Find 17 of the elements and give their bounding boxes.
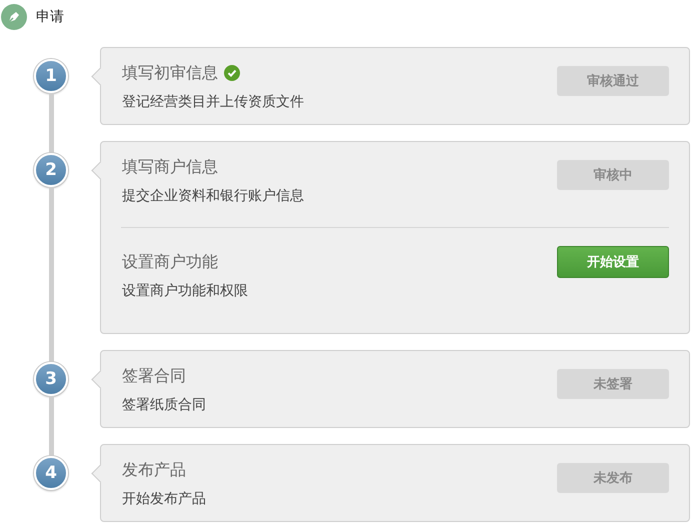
step-number: 2 (34, 153, 68, 187)
task-description: 设置商户功能和权限 (122, 282, 248, 300)
pen-icon (1, 4, 27, 30)
task-description: 开始发布产品 (122, 490, 206, 508)
step-number: 3 (34, 362, 68, 396)
task-title: 发布产品 (122, 460, 186, 480)
task-description: 提交企业资料和银行账户信息 (122, 187, 304, 205)
task-title: 设置商户功能 (122, 252, 218, 272)
task-title: 填写初审信息 (122, 62, 218, 84)
task-title: 填写商户信息 (122, 156, 218, 178)
task-description: 登记经营类目并上传资质文件 (122, 93, 304, 111)
task-description: 签署纸质合同 (122, 396, 206, 414)
start-button[interactable]: 开始设置 (557, 246, 669, 278)
step-number: 1 (34, 59, 68, 93)
task-title: 签署合同 (122, 366, 186, 386)
page-title: 申请 (36, 8, 64, 26)
step-number: 4 (34, 456, 68, 490)
